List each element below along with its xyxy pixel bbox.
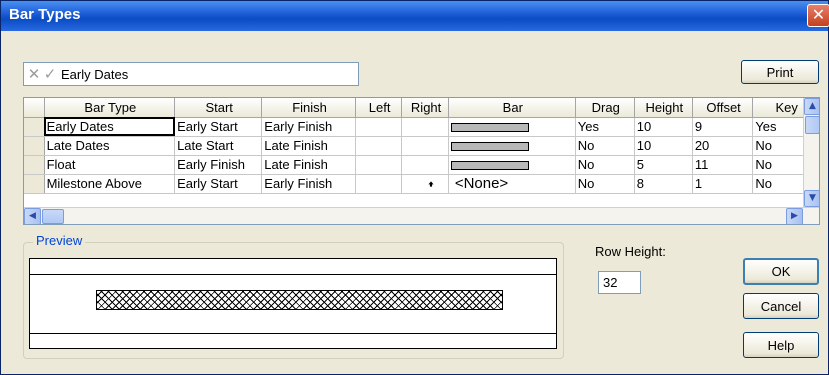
right-cell[interactable] [401, 117, 449, 137]
row-header[interactable] [24, 136, 45, 156]
table-header-row: Bar Type Start Finish Left Right Bar Dra… [24, 98, 819, 118]
help-button[interactable]: Help [743, 332, 819, 358]
offset-cell[interactable]: 11 [692, 155, 754, 175]
finish-cell[interactable]: Late Finish [261, 136, 356, 156]
preview-top-line [30, 274, 556, 275]
drag-cell[interactable]: No [575, 155, 635, 175]
bar-cell[interactable] [448, 117, 576, 137]
bar-swatch [450, 123, 529, 133]
chevron-down-icon: ▼ [809, 193, 816, 203]
accept-edit-icon[interactable]: ✓ [42, 65, 58, 83]
drag-cell[interactable]: No [575, 136, 635, 156]
cell-edit-input[interactable] [61, 64, 351, 84]
row-header[interactable] [24, 117, 45, 137]
chevron-up-icon: ▲ [809, 101, 816, 111]
table-row[interactable]: Float Early Finish Late Finish No 5 11 N… [24, 155, 819, 175]
row-height-input[interactable] [598, 271, 641, 294]
row-header[interactable] [24, 174, 45, 194]
close-icon: ✕ [811, 5, 826, 24]
bar-type-cell[interactable]: Early Dates [44, 117, 176, 137]
offset-cell[interactable]: 20 [692, 136, 754, 156]
row-header-corner [24, 98, 45, 118]
table-row[interactable]: Late Dates Late Start Late Finish No 10 … [24, 136, 819, 156]
left-cell[interactable] [355, 174, 403, 194]
bar-cell[interactable] [448, 136, 576, 156]
right-cell[interactable] [401, 155, 449, 175]
bar-type-cell[interactable]: Float [44, 155, 176, 175]
drag-cell[interactable]: Yes [575, 117, 635, 137]
bar-swatch [450, 142, 529, 152]
height-cell[interactable]: 10 [634, 136, 693, 156]
bar-cell[interactable] [448, 155, 576, 175]
horizontal-scroll-thumb[interactable] [42, 209, 64, 224]
offset-cell[interactable]: 9 [692, 117, 754, 137]
edit-bar: ✕ ✓ [23, 62, 359, 86]
bar-type-cell[interactable]: Late Dates [44, 136, 176, 156]
bar-type-cell[interactable]: Milestone Above [44, 174, 176, 194]
scroll-right-button[interactable]: ▶ [786, 208, 803, 224]
ok-button[interactable]: OK [743, 258, 819, 285]
column-header[interactable]: Finish [261, 98, 356, 118]
close-button[interactable]: ✕ [807, 4, 829, 27]
column-header[interactable]: Height [634, 98, 693, 118]
left-cell[interactable] [355, 136, 403, 156]
cancel-button[interactable]: Cancel [743, 293, 819, 319]
column-header[interactable]: Start [174, 98, 263, 118]
window-title: Bar Types [9, 6, 81, 23]
up-arrow-icon [428, 180, 434, 187]
row-header[interactable] [24, 155, 45, 175]
print-button[interactable]: Print [741, 60, 819, 84]
chevron-right-icon: ▶ [791, 211, 798, 221]
table-row[interactable]: Milestone Above Early Start Early Finish… [24, 174, 819, 194]
height-cell[interactable]: 10 [634, 117, 693, 137]
column-header[interactable]: Right [401, 98, 449, 118]
start-cell[interactable]: Early Finish [174, 155, 263, 175]
horizontal-scrollbar[interactable]: ◀ ▶ [24, 207, 819, 224]
scroll-left-button[interactable]: ◀ [24, 208, 41, 224]
preview-label: Preview [33, 233, 86, 248]
cancel-edit-icon[interactable]: ✕ [26, 65, 42, 83]
left-cell[interactable] [355, 155, 403, 175]
column-header[interactable]: Left [355, 98, 403, 118]
bar-none-text: <None> [454, 175, 509, 192]
preview-bottom-line [30, 333, 556, 334]
right-cell[interactable] [401, 174, 449, 194]
preview-bar [96, 290, 503, 310]
column-header[interactable]: Bar Type [44, 98, 176, 118]
title-bar[interactable]: Bar Types ✕ [1, 1, 829, 31]
column-header[interactable]: Drag [575, 98, 635, 118]
finish-cell[interactable]: Early Finish [261, 117, 356, 137]
start-cell[interactable]: Early Start [174, 117, 263, 137]
finish-cell[interactable]: Early Finish [261, 174, 356, 194]
start-cell[interactable]: Late Start [174, 136, 263, 156]
chevron-left-icon: ◀ [29, 211, 36, 221]
bar-cell[interactable]: <None> [448, 174, 576, 194]
column-header[interactable]: Offset [692, 98, 754, 118]
finish-cell[interactable]: Late Finish [261, 155, 356, 175]
column-header[interactable]: Bar [448, 98, 576, 118]
offset-cell[interactable]: 1 [692, 174, 754, 194]
scroll-down-button[interactable]: ▼ [804, 190, 819, 207]
drag-cell[interactable]: No [575, 174, 635, 194]
bar-types-dialog: Bar Types ✕ ✕ ✓ Print Bar Type Start Fin… [0, 0, 829, 375]
row-height-label: Row Height: [595, 244, 666, 259]
preview-canvas [29, 258, 557, 349]
height-cell[interactable]: 8 [634, 174, 693, 194]
start-cell[interactable]: Early Start [174, 174, 263, 194]
scroll-up-button[interactable]: ▲ [804, 98, 819, 115]
bar-types-table: Bar Type Start Finish Left Right Bar Dra… [23, 97, 820, 225]
vertical-scrollbar[interactable]: ▲ ▼ [803, 98, 819, 207]
left-cell[interactable] [355, 117, 403, 137]
height-cell[interactable]: 5 [634, 155, 693, 175]
right-cell[interactable] [401, 136, 449, 156]
table-row[interactable]: Early Dates Early Start Early Finish Yes… [24, 117, 819, 137]
vertical-scroll-thumb[interactable] [805, 116, 819, 134]
bar-swatch [450, 161, 529, 171]
